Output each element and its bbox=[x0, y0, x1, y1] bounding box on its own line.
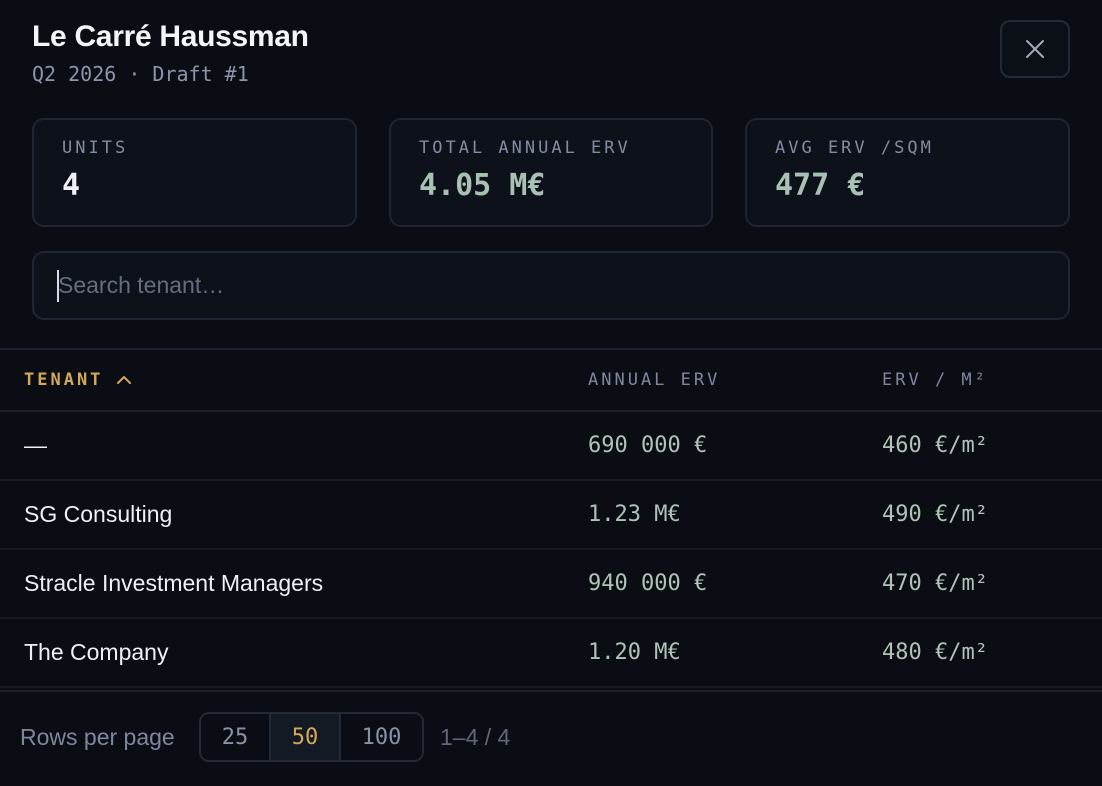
page-title: Le Carré Haussman bbox=[32, 20, 309, 53]
stat-card-units: UNITS 4 bbox=[32, 118, 357, 227]
stat-value: 477 € bbox=[775, 168, 866, 203]
cell-tenant: The Company bbox=[24, 639, 169, 665]
stat-value: 4 bbox=[62, 168, 81, 203]
cell-erv-sqm: 470 €/m² bbox=[882, 571, 988, 596]
column-header-erv-sqm[interactable]: ERV / M² bbox=[882, 370, 988, 390]
cell-tenant: SG Consulting bbox=[24, 501, 173, 527]
rows-per-page-selector: 25 50 100 bbox=[199, 712, 424, 762]
page-subtitle: Q2 2026 · Draft #1 bbox=[32, 62, 249, 86]
close-button[interactable] bbox=[1000, 20, 1070, 78]
pagination-range: 1–4 / 4 bbox=[440, 724, 511, 750]
table-row[interactable]: Stracle Investment Managers 940 000 € 47… bbox=[0, 550, 1102, 619]
cell-erv-sqm: 480 €/m² bbox=[882, 640, 988, 665]
close-icon bbox=[1026, 40, 1044, 58]
cell-tenant: — bbox=[24, 432, 47, 458]
cell-erv-sqm: 490 €/m² bbox=[882, 502, 988, 527]
modal-header: Le Carré Haussman Q2 2026 · Draft #1 bbox=[32, 20, 309, 86]
cell-annual-erv: 940 000 € bbox=[588, 571, 708, 596]
pagination-footer: Rows per page 25 50 100 1–4 / 4 bbox=[0, 690, 1102, 786]
chevron-up-icon bbox=[117, 376, 132, 384]
rows-per-page-option-50[interactable]: 50 bbox=[271, 714, 341, 760]
stat-card-avg-erv: AVG ERV /SQM 477 € bbox=[745, 118, 1070, 227]
cell-tenant: Stracle Investment Managers bbox=[24, 570, 324, 596]
stat-label: UNITS bbox=[62, 138, 129, 158]
column-header-tenant[interactable]: TENANT bbox=[24, 370, 132, 390]
column-label: TENANT bbox=[24, 370, 104, 390]
tenant-table: TENANT ANNUAL ERV ERV / M² — 690 000 € 4… bbox=[0, 350, 1102, 688]
cell-annual-erv: 690 000 € bbox=[588, 433, 708, 458]
table-row[interactable]: SG Consulting 1.23 M€ 490 €/m² bbox=[0, 481, 1102, 550]
stat-label: AVG ERV /SQM bbox=[775, 138, 934, 158]
search-input[interactable] bbox=[58, 272, 1068, 299]
rows-per-page-option-100[interactable]: 100 bbox=[341, 714, 422, 760]
cell-annual-erv: 1.23 M€ bbox=[588, 502, 681, 527]
table-row[interactable]: The Company 1.20 M€ 480 €/m² bbox=[0, 619, 1102, 688]
rows-per-page-label: Rows per page bbox=[20, 724, 175, 750]
stat-value: 4.05 M€ bbox=[419, 168, 546, 203]
column-header-annual-erv[interactable]: ANNUAL ERV bbox=[588, 370, 720, 390]
cell-erv-sqm: 460 €/m² bbox=[882, 433, 988, 458]
table-header: TENANT ANNUAL ERV ERV / M² bbox=[0, 350, 1102, 412]
cell-annual-erv: 1.20 M€ bbox=[588, 640, 681, 665]
stat-card-total-erv: TOTAL ANNUAL ERV 4.05 M€ bbox=[389, 118, 713, 227]
search-container bbox=[32, 251, 1070, 320]
table-row[interactable]: — 690 000 € 460 €/m² bbox=[0, 412, 1102, 481]
text-caret bbox=[57, 270, 59, 302]
stat-label: TOTAL ANNUAL ERV bbox=[419, 138, 631, 158]
rows-per-page-option-25[interactable]: 25 bbox=[201, 714, 271, 760]
